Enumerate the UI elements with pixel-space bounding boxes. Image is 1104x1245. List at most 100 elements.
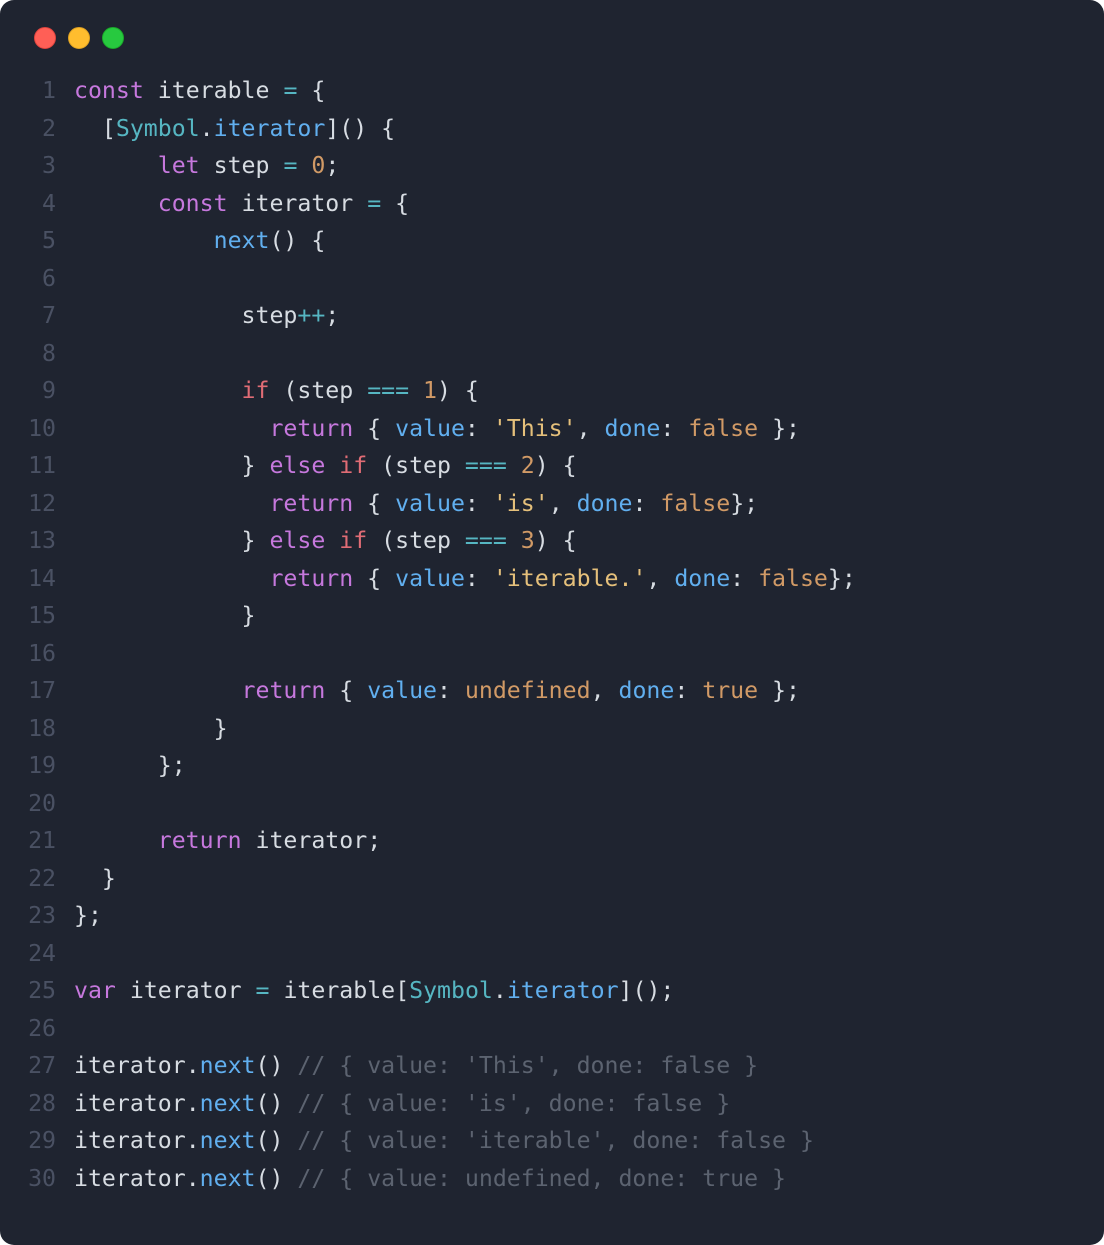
- token-kw: return: [242, 677, 326, 704]
- token-sym: Symbol: [116, 115, 200, 142]
- line-number: 9: [20, 372, 74, 410]
- code-content[interactable]: const iterator = {: [74, 185, 409, 223]
- code-content[interactable]: return { value: 'is', done: false};: [74, 485, 758, 523]
- code-content[interactable]: }: [74, 860, 116, 898]
- code-line[interactable]: 30iterator.next() // { value: undefined,…: [20, 1160, 1084, 1198]
- line-number: 28: [20, 1085, 74, 1123]
- line-number: 27: [20, 1047, 74, 1085]
- code-line[interactable]: 21 return iterator;: [20, 822, 1084, 860]
- code-line[interactable]: 3 let step = 0;: [20, 147, 1084, 185]
- code-line[interactable]: 27iterator.next() // { value: 'This', do…: [20, 1047, 1084, 1085]
- code-content[interactable]: };: [74, 747, 186, 785]
- code-content[interactable]: var iterator = iterable[Symbol.iterator]…: [74, 972, 674, 1010]
- code-line[interactable]: 7 step++;: [20, 297, 1084, 335]
- code-line[interactable]: 1const iterable = {: [20, 72, 1084, 110]
- token-id: iterator: [74, 1165, 186, 1192]
- token-pun: };: [828, 565, 856, 592]
- code-content[interactable]: step++;: [74, 297, 339, 335]
- token-pun: [242, 977, 256, 1004]
- code-line[interactable]: 17 return { value: undefined, done: true…: [20, 672, 1084, 710]
- token-pun: [451, 452, 465, 479]
- code-content[interactable]: let step = 0;: [74, 147, 339, 185]
- code-line[interactable]: 4 const iterator = {: [20, 185, 1084, 223]
- code-line[interactable]: 24: [20, 935, 1084, 973]
- token-prop: done: [674, 565, 730, 592]
- code-line[interactable]: 15 }: [20, 597, 1084, 635]
- code-line[interactable]: 20: [20, 785, 1084, 823]
- token-pun: :: [465, 415, 493, 442]
- code-line[interactable]: 6: [20, 260, 1084, 298]
- code-line[interactable]: 5 next() {: [20, 222, 1084, 260]
- code-content[interactable]: iterator.next() // { value: 'This', done…: [74, 1047, 758, 1085]
- token-prop: value: [395, 415, 465, 442]
- code-line[interactable]: 2 [Symbol.iterator]() {: [20, 110, 1084, 148]
- line-number: 30: [20, 1160, 74, 1198]
- code-line[interactable]: 29iterator.next() // { value: 'iterable'…: [20, 1122, 1084, 1160]
- token-pun: ,: [549, 490, 577, 517]
- token-bool: false: [660, 490, 730, 517]
- token-kw: return: [269, 565, 353, 592]
- code-content[interactable]: return iterator;: [74, 822, 381, 860]
- token-id: iterator: [74, 1127, 186, 1154]
- token-id: step: [214, 152, 270, 179]
- window-titlebar: [0, 0, 1104, 52]
- zoom-icon[interactable]: [102, 27, 124, 49]
- token-pun: .: [200, 115, 214, 142]
- token-pun: .: [186, 1052, 200, 1079]
- token-str: 'iterable.': [493, 565, 647, 592]
- token-pun: [325, 452, 339, 479]
- code-line[interactable]: 18 }: [20, 710, 1084, 748]
- code-content[interactable]: iterator.next() // { value: undefined, d…: [74, 1160, 786, 1198]
- code-content[interactable]: }: [74, 597, 255, 635]
- code-content[interactable]: };: [74, 897, 102, 935]
- token-pun: [74, 415, 269, 442]
- code-line[interactable]: 13 } else if (step === 3) {: [20, 522, 1084, 560]
- close-icon[interactable]: [34, 27, 56, 49]
- minimize-icon[interactable]: [68, 27, 90, 49]
- code-line[interactable]: 16: [20, 635, 1084, 673]
- code-content[interactable]: } else if (step === 3) {: [74, 522, 577, 560]
- code-line[interactable]: 10 return { value: 'This', done: false }…: [20, 410, 1084, 448]
- code-content[interactable]: [Symbol.iterator]() {: [74, 110, 395, 148]
- token-pun: [74, 152, 158, 179]
- code-editor[interactable]: 1const iterable = {2 [Symbol.iterator]()…: [0, 52, 1104, 1227]
- code-content[interactable]: if (step === 1) {: [74, 372, 479, 410]
- token-pun: .: [186, 1090, 200, 1117]
- code-line[interactable]: 12 return { value: 'is', done: false};: [20, 485, 1084, 523]
- line-number: 24: [20, 935, 74, 973]
- code-line[interactable]: 14 return { value: 'iterable.', done: fa…: [20, 560, 1084, 598]
- code-content[interactable]: iterator.next() // { value: 'is', done: …: [74, 1085, 730, 1123]
- token-pun: :: [437, 677, 465, 704]
- code-content[interactable]: return { value: 'iterable.', done: false…: [74, 560, 856, 598]
- code-line[interactable]: 26: [20, 1010, 1084, 1048]
- code-content[interactable]: next() {: [74, 222, 325, 260]
- code-content[interactable]: }: [74, 710, 228, 748]
- code-line[interactable]: 25var iterator = iterable[Symbol.iterato…: [20, 972, 1084, 1010]
- token-pun: ,: [646, 565, 674, 592]
- code-content[interactable]: } else if (step === 2) {: [74, 447, 577, 485]
- code-line[interactable]: 23};: [20, 897, 1084, 935]
- code-line[interactable]: 19 };: [20, 747, 1084, 785]
- token-cmt: // { value: 'is', done: false }: [297, 1090, 730, 1117]
- line-number: 16: [20, 635, 74, 673]
- code-line[interactable]: 22 }: [20, 860, 1084, 898]
- code-line[interactable]: 8: [20, 335, 1084, 373]
- token-op: =: [283, 77, 297, 104]
- code-line[interactable]: 28iterator.next() // { value: 'is', done…: [20, 1085, 1084, 1123]
- token-kw: else: [269, 527, 325, 554]
- token-pun: [: [395, 977, 409, 1004]
- line-number: 19: [20, 747, 74, 785]
- token-op: =: [256, 977, 270, 1004]
- code-content[interactable]: const iterable = {: [74, 72, 325, 110]
- code-content[interactable]: return { value: 'This', done: false };: [74, 410, 800, 448]
- code-line[interactable]: 9 if (step === 1) {: [20, 372, 1084, 410]
- token-pun: }: [74, 452, 269, 479]
- token-pun: [507, 527, 521, 554]
- token-pun: ) {: [437, 377, 479, 404]
- token-pun: [507, 452, 521, 479]
- code-line[interactable]: 11 } else if (step === 2) {: [20, 447, 1084, 485]
- code-content[interactable]: iterator.next() // { value: 'iterable', …: [74, 1122, 814, 1160]
- token-pun: :: [660, 415, 688, 442]
- token-pun: [297, 152, 311, 179]
- code-content[interactable]: return { value: undefined, done: true };: [74, 672, 800, 710]
